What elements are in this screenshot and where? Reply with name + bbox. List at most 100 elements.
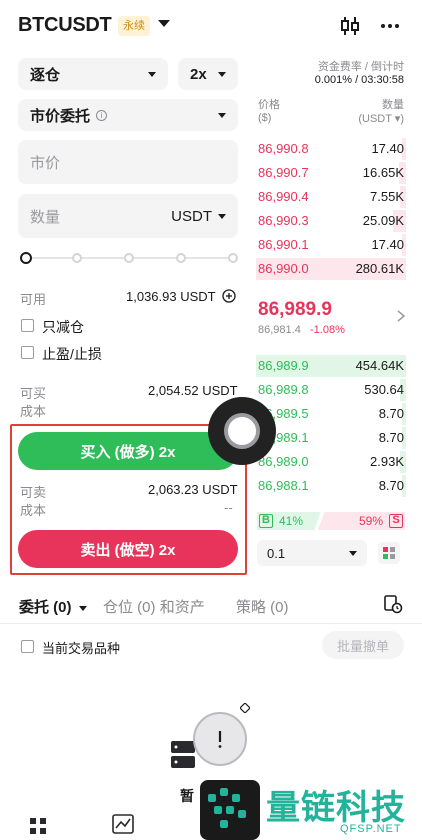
bid-row[interactable]: 86,989.9 454.64K bbox=[256, 355, 406, 377]
chevron-down-icon bbox=[148, 71, 156, 77]
ask-price: 86,990.3 bbox=[258, 213, 309, 228]
ask-price: 86,990.8 bbox=[258, 141, 309, 156]
chevron-down-icon bbox=[349, 550, 357, 556]
chevron-right-icon[interactable] bbox=[396, 309, 406, 323]
ask-quantity: 16.65K bbox=[362, 165, 404, 180]
last-price: 86,989.9 bbox=[258, 299, 332, 320]
symbol-title[interactable]: BTCUSDT bbox=[18, 14, 112, 37]
tab-assets-label: 和资产 bbox=[159, 599, 205, 616]
slider-handle[interactable] bbox=[20, 252, 32, 264]
server-icon bbox=[171, 741, 195, 768]
reduce-only-checkbox[interactable] bbox=[21, 319, 34, 332]
chevron-down-icon[interactable] bbox=[158, 20, 170, 27]
leverage-value: 2x bbox=[190, 65, 207, 83]
quantity-unit-select[interactable]: USDT bbox=[171, 208, 226, 225]
chevron-down-icon bbox=[218, 71, 226, 77]
order-history-icon[interactable] bbox=[383, 594, 403, 614]
info-icon[interactable]: i bbox=[96, 109, 108, 121]
candlestick-chart-icon[interactable] bbox=[338, 14, 362, 38]
bid-price: 86,989.9 bbox=[258, 358, 309, 373]
ask-row[interactable]: 86,990.8 17.40 bbox=[256, 138, 406, 160]
bid-row[interactable]: 86,989.0 2.93K bbox=[256, 451, 406, 473]
slider-stop-50[interactable] bbox=[124, 253, 134, 263]
available-label: 可用 bbox=[20, 292, 47, 307]
ask-row[interactable]: 86,990.7 16.65K bbox=[256, 162, 406, 184]
bulk-cancel-label: 批量撤单 bbox=[336, 638, 389, 654]
margin-mode-select[interactable]: 逐仓 bbox=[18, 58, 168, 90]
funding-rate-label: 资金费率 / 倒计时 bbox=[317, 61, 404, 73]
perpetual-badge: 永续 bbox=[118, 16, 150, 36]
funding-rate-value: 0.001% / 03:30:58 bbox=[314, 74, 404, 86]
tab-positions[interactable]: 仓位 (0) 和资产 bbox=[103, 596, 205, 617]
bid-quantity: 2.93K bbox=[370, 454, 404, 469]
watermark-site: QFSP.NET bbox=[340, 823, 402, 835]
can-buy-label: 可买 bbox=[20, 386, 47, 401]
order-type-select[interactable]: 市价委托 i bbox=[18, 99, 238, 131]
bid-quantity: 454.64K bbox=[355, 358, 404, 373]
quantity-unit-toggle[interactable]: (USDT ▾) bbox=[330, 112, 404, 125]
slider-stop-100[interactable] bbox=[228, 253, 238, 263]
buy-ratio-value: 41% bbox=[279, 514, 304, 528]
current-symbol-label: 当前交易品种 bbox=[42, 641, 121, 656]
order-type-value: 市价委托 bbox=[30, 107, 91, 125]
alert-icon bbox=[218, 731, 222, 748]
floating-assistive-button[interactable] bbox=[208, 397, 276, 465]
slider-stop-25[interactable] bbox=[72, 253, 82, 263]
buy-sell-ratio-bar: B 41% 59% S bbox=[257, 512, 405, 530]
chart-nav-icon[interactable] bbox=[112, 814, 134, 834]
price-placeholder: 市价 bbox=[30, 154, 61, 172]
ask-row[interactable]: 86,990.4 7.55K bbox=[256, 186, 406, 208]
chevron-down-icon bbox=[218, 213, 226, 219]
bid-row[interactable]: 86,989.1 8.70 bbox=[256, 427, 406, 449]
tp-sl-label: 止盈/止损 bbox=[42, 346, 102, 362]
leverage-select[interactable]: 2x bbox=[178, 58, 238, 90]
tab-divider bbox=[0, 623, 422, 624]
quantity-unit: USDT bbox=[171, 207, 212, 225]
empty-state-icon bbox=[193, 712, 247, 766]
watermark-logo bbox=[200, 780, 260, 840]
watermark: 量链科技 QFSP.NET bbox=[200, 776, 422, 840]
price-unit: ($) bbox=[258, 112, 272, 124]
precision-select[interactable]: 0.1 bbox=[257, 540, 367, 566]
precision-value: 0.1 bbox=[267, 545, 286, 561]
available-value: 1,036.93 USDT bbox=[126, 289, 216, 304]
slider-stop-75[interactable] bbox=[176, 253, 186, 263]
buy-cost-label: 成本 bbox=[20, 404, 47, 419]
orderbook-layout-icon[interactable] bbox=[378, 542, 400, 564]
ask-quantity: 280.61K bbox=[355, 261, 404, 276]
price-input[interactable]: 市价 bbox=[18, 140, 238, 184]
tp-sl-checkbox[interactable] bbox=[21, 346, 34, 359]
bid-quantity: 8.70 bbox=[378, 406, 404, 421]
tab-orders-label: 委托 (0) bbox=[19, 599, 72, 616]
current-symbol-checkbox[interactable] bbox=[21, 640, 34, 653]
margin-mode-value: 逐仓 bbox=[30, 66, 61, 84]
price-column-header: 价格 bbox=[258, 99, 280, 111]
bulk-cancel-button[interactable]: 批量撤单 bbox=[322, 631, 404, 659]
ask-row[interactable]: 86,990.0 280.61K bbox=[256, 258, 406, 280]
ask-price: 86,990.1 bbox=[258, 237, 309, 252]
bid-row[interactable]: 86,988.1 8.70 bbox=[256, 475, 406, 497]
bid-row[interactable]: 86,989.5 8.70 bbox=[256, 403, 406, 425]
ask-row[interactable]: 86,990.3 25.09K bbox=[256, 210, 406, 232]
can-buy-value: 2,054.52 USDT bbox=[148, 383, 238, 398]
more-icon[interactable] bbox=[378, 14, 402, 38]
tab-positions-label: 仓位 (0) bbox=[103, 599, 156, 616]
ask-quantity: 17.40 bbox=[371, 237, 404, 252]
grid-nav-icon[interactable] bbox=[28, 816, 48, 836]
quantity-input[interactable]: 数量 USDT bbox=[18, 194, 238, 238]
add-funds-icon[interactable] bbox=[222, 289, 236, 303]
tab-strategy[interactable]: 策略 (0) bbox=[236, 596, 289, 617]
bid-price: 86,988.1 bbox=[258, 478, 309, 493]
bid-price: 86,989.8 bbox=[258, 382, 309, 397]
ask-quantity: 25.09K bbox=[362, 213, 404, 228]
bid-row[interactable]: 86,989.8 530.64 bbox=[256, 379, 406, 401]
watermark-name: 量链科技 bbox=[266, 789, 406, 827]
ask-row[interactable]: 86,990.1 17.40 bbox=[256, 234, 406, 256]
tab-orders[interactable]: 委托 (0) bbox=[19, 596, 87, 617]
bid-price: 86,989.0 bbox=[258, 454, 309, 469]
bid-quantity: 8.70 bbox=[378, 430, 404, 445]
ask-price: 86,990.0 bbox=[258, 261, 309, 276]
mark-price: 86,981.4 bbox=[258, 324, 301, 336]
ask-price: 86,990.7 bbox=[258, 165, 309, 180]
buy-ratio-tag: B bbox=[259, 514, 273, 528]
